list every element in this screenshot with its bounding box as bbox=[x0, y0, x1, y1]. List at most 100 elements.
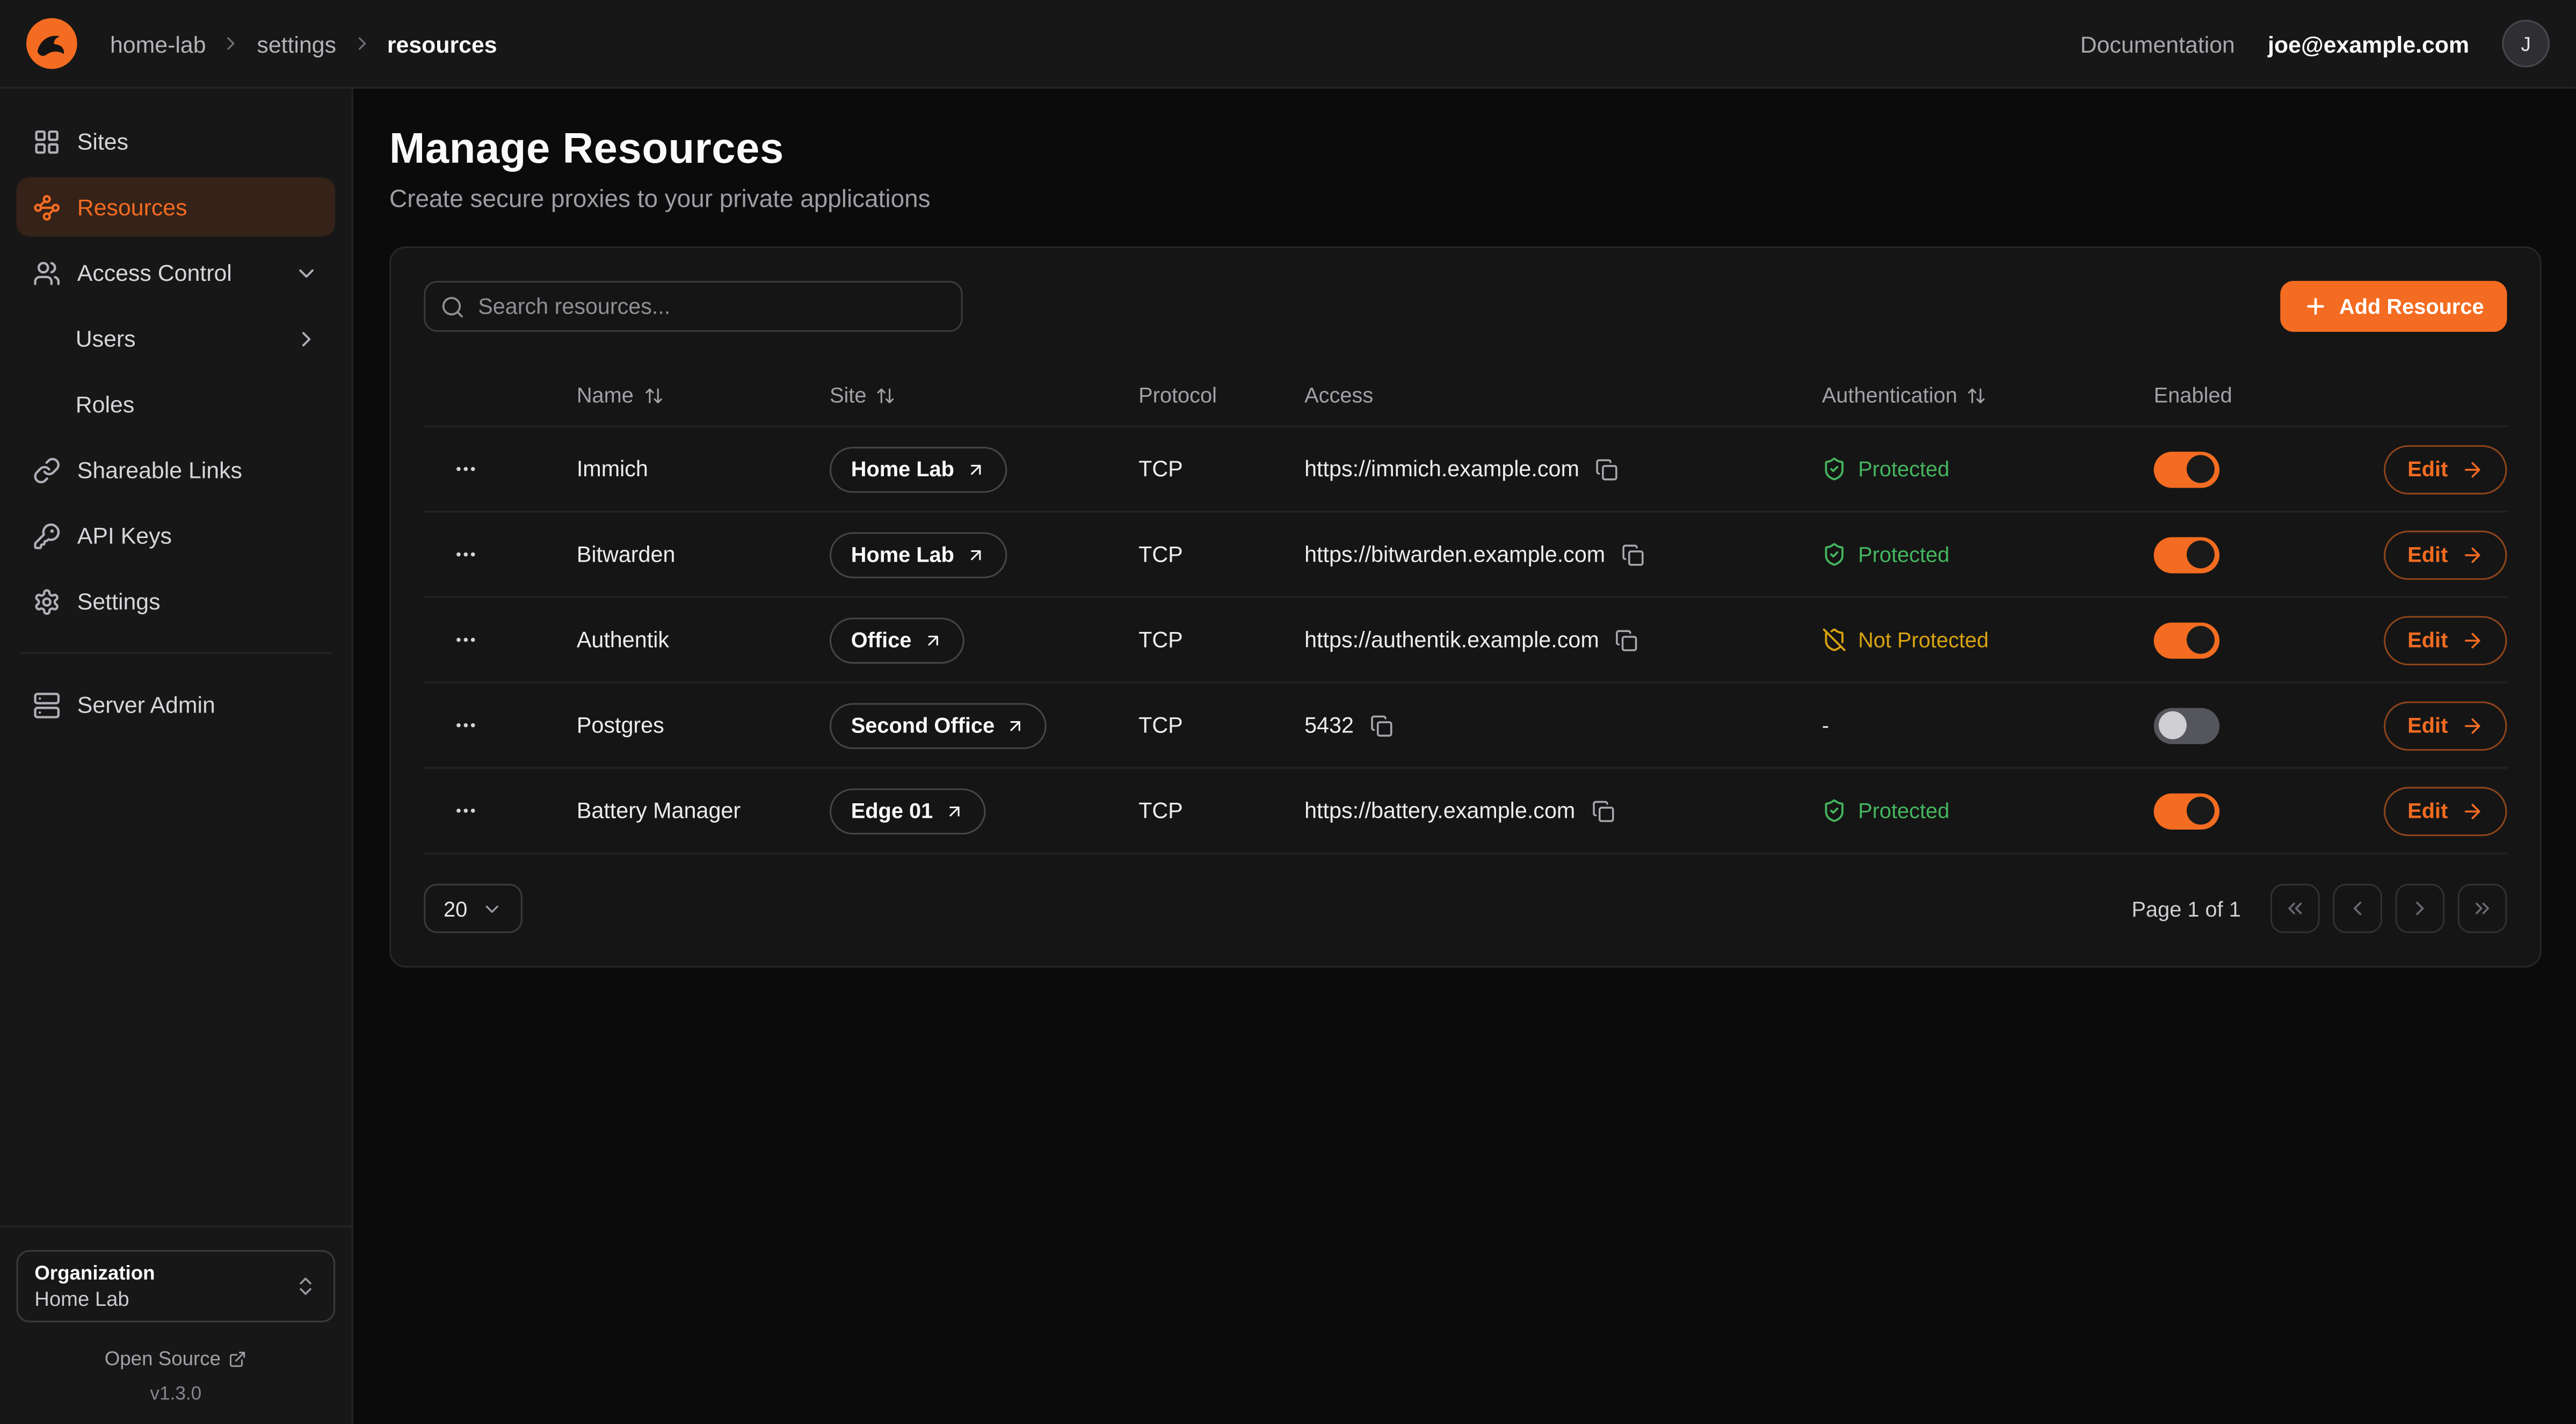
authentication-cell: Protected bbox=[1822, 456, 2154, 481]
user-email[interactable]: joe@example.com bbox=[2268, 31, 2469, 57]
column-header-authentication: Authentication bbox=[1822, 383, 2154, 408]
sidebar-item-resources[interactable]: Resources bbox=[17, 177, 336, 236]
sidebar-item-users[interactable]: Users bbox=[17, 309, 336, 368]
add-resource-button[interactable]: Add Resource bbox=[2280, 281, 2507, 332]
open-source-link[interactable]: Open Source bbox=[17, 1347, 336, 1370]
app-logo[interactable] bbox=[26, 18, 77, 69]
site-name: Edge 01 bbox=[851, 798, 933, 823]
resource-name: Authentik bbox=[577, 628, 669, 652]
edit-cell: Edit bbox=[2376, 530, 2507, 579]
edit-button[interactable]: Edit bbox=[2384, 701, 2507, 750]
ellipsis-icon bbox=[453, 456, 478, 481]
row-menu-button[interactable] bbox=[445, 539, 486, 570]
link-icon bbox=[33, 456, 61, 484]
enabled-toggle[interactable] bbox=[2154, 451, 2219, 487]
protocol-value: TCP bbox=[1138, 798, 1183, 823]
row-menu-button[interactable] bbox=[445, 624, 486, 656]
site-name: Second Office bbox=[851, 713, 995, 738]
site-cell: Home Lab bbox=[830, 446, 1138, 492]
edit-button[interactable]: Edit bbox=[2384, 615, 2507, 665]
sort-name-button[interactable] bbox=[643, 385, 663, 405]
access-url: https://immich.example.com bbox=[1304, 456, 1579, 481]
auth-label: Not Protected bbox=[1858, 628, 1989, 652]
sidebar-item-sites[interactable]: Sites bbox=[17, 112, 336, 171]
organization-selector[interactable]: Organization Home Lab bbox=[17, 1250, 336, 1323]
column-header-access: Access bbox=[1304, 383, 1822, 408]
edit-label: Edit bbox=[2407, 542, 2448, 567]
key-icon bbox=[33, 521, 61, 549]
page-size-select[interactable]: 20 bbox=[424, 884, 523, 933]
chevron-right-icon bbox=[221, 33, 242, 54]
sidebar-item-server-admin[interactable]: Server Admin bbox=[17, 675, 336, 734]
copy-access-button[interactable] bbox=[1592, 799, 1615, 822]
page-size-value: 20 bbox=[444, 896, 467, 921]
auth-status: Protected bbox=[1822, 798, 1950, 823]
copy-access-button[interactable] bbox=[1622, 543, 1645, 566]
sidebar-item-api-keys[interactable]: API Keys bbox=[17, 506, 336, 565]
site-name: Office bbox=[851, 628, 912, 652]
organization-text: Organization Home Lab bbox=[34, 1262, 155, 1311]
row-menu-button[interactable] bbox=[445, 453, 486, 484]
pangolin-logo-icon bbox=[26, 18, 77, 69]
enabled-toggle[interactable] bbox=[2154, 536, 2219, 572]
auth-label: - bbox=[1822, 713, 1829, 738]
copy-access-button[interactable] bbox=[1596, 457, 1619, 481]
site-link-button[interactable]: Second Office bbox=[830, 702, 1047, 749]
column-header-name: Name bbox=[577, 383, 830, 408]
chevron-right-icon bbox=[2408, 897, 2432, 920]
row-menu-cell bbox=[424, 539, 577, 570]
first-page-button[interactable] bbox=[2270, 884, 2320, 933]
copy-icon bbox=[1622, 543, 1645, 566]
avatar[interactable]: J bbox=[2502, 20, 2550, 68]
documentation-link[interactable]: Documentation bbox=[2080, 31, 2235, 57]
chevrons-right-icon bbox=[2471, 897, 2494, 920]
site-cell: Edge 01 bbox=[830, 788, 1138, 834]
sidebar-item-access-control[interactable]: Access Control bbox=[17, 243, 336, 302]
breadcrumb-current[interactable]: resources bbox=[387, 31, 497, 57]
access-cell: https://immich.example.com bbox=[1304, 456, 1822, 481]
enabled-toggle[interactable] bbox=[2154, 793, 2219, 829]
site-cell: Home Lab bbox=[830, 532, 1138, 578]
site-link-button[interactable]: Office bbox=[830, 617, 964, 663]
breadcrumb-settings[interactable]: settings bbox=[257, 31, 336, 57]
breadcrumb-org[interactable]: home-lab bbox=[110, 31, 206, 57]
enabled-cell bbox=[2154, 793, 2376, 829]
open-source-label: Open Source bbox=[105, 1347, 221, 1370]
edit-label: Edit bbox=[2407, 628, 2448, 652]
row-menu-button[interactable] bbox=[445, 795, 486, 826]
organization-label: Organization bbox=[34, 1262, 155, 1285]
gear-icon bbox=[33, 587, 61, 615]
previous-page-button[interactable] bbox=[2333, 884, 2382, 933]
last-page-button[interactable] bbox=[2458, 884, 2507, 933]
sidebar-item-label: API Keys bbox=[77, 522, 172, 549]
site-link-button[interactable]: Edge 01 bbox=[830, 788, 985, 834]
chevrons-up-down-icon bbox=[294, 1275, 317, 1298]
enabled-toggle[interactable] bbox=[2154, 707, 2219, 743]
edit-label: Edit bbox=[2407, 798, 2448, 823]
sidebar-item-roles[interactable]: Roles bbox=[17, 375, 336, 434]
edit-button[interactable]: Edit bbox=[2384, 530, 2507, 579]
access-url: https://battery.example.com bbox=[1304, 798, 1575, 823]
edit-button[interactable]: Edit bbox=[2384, 445, 2507, 494]
sidebar-item-shareable-links[interactable]: Shareable Links bbox=[17, 440, 336, 499]
column-label: Name bbox=[577, 383, 634, 408]
site-link-button[interactable]: Home Lab bbox=[830, 446, 1007, 492]
site-link-button[interactable]: Home Lab bbox=[830, 532, 1007, 578]
sidebar-item-label: Roles bbox=[76, 391, 135, 417]
copy-access-button[interactable] bbox=[1370, 714, 1394, 737]
sort-authentication-button[interactable] bbox=[1967, 385, 1987, 405]
auth-status: - bbox=[1822, 713, 1829, 738]
sort-site-button[interactable] bbox=[876, 385, 896, 405]
shield-check-icon bbox=[1822, 542, 1847, 567]
copy-access-button[interactable] bbox=[1615, 628, 1638, 651]
row-menu-button[interactable] bbox=[445, 710, 486, 741]
search-input[interactable] bbox=[424, 281, 962, 332]
sidebar-item-settings[interactable]: Settings bbox=[17, 572, 336, 631]
enabled-toggle[interactable] bbox=[2154, 622, 2219, 658]
ellipsis-icon bbox=[453, 713, 478, 738]
row-menu-cell bbox=[424, 624, 577, 656]
edit-button[interactable]: Edit bbox=[2384, 786, 2507, 835]
auth-status: Protected bbox=[1822, 542, 1950, 567]
enabled-cell bbox=[2154, 451, 2376, 487]
next-page-button[interactable] bbox=[2395, 884, 2444, 933]
